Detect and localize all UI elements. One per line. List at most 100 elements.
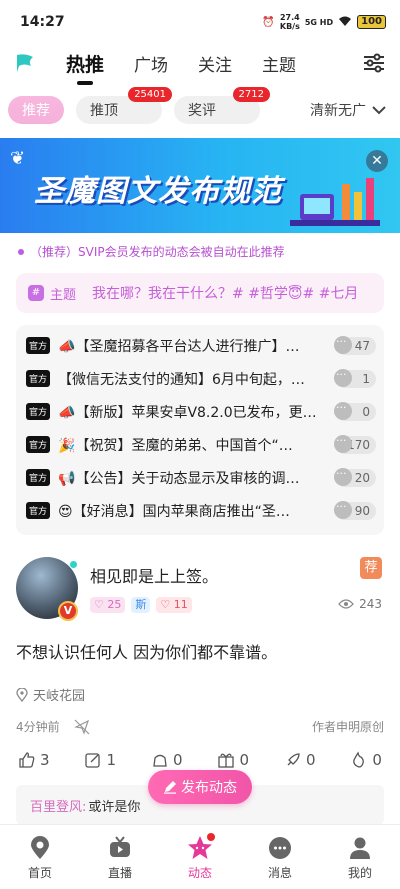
topic-label: 主题 (50, 287, 77, 303)
banner-illustration (290, 178, 380, 226)
list-item[interactable]: 官方 📣【圣魔招募各平台达人进行推广】… 47 (26, 329, 376, 362)
battery-indicator: 100 (357, 15, 386, 29)
post-actions: 3 1 0 0 0 0 (16, 751, 384, 769)
tab-hot[interactable]: 热推 (66, 50, 104, 77)
eye-icon (338, 599, 354, 609)
banner-close-button[interactable]: ✕ (366, 150, 388, 172)
official-tag: 官方 (26, 502, 51, 519)
list-item[interactable]: 官方 😍【好消息】国内苹果商店推出“圣… 90 (26, 494, 376, 527)
topic-bar[interactable]: # 主题 我在哪？我在干什么？# #哲学😇# #七月 (16, 273, 384, 313)
edit-icon (85, 753, 101, 768)
hashtag-icon: # (28, 285, 44, 301)
comment-count: 20 (334, 467, 376, 487)
comment-count: 0 (334, 401, 376, 421)
notice-text: 🎉【祝贺】圣魔的弟弟、中国首个“… (58, 437, 293, 454)
app-logo-icon[interactable] (14, 52, 36, 74)
publish-button[interactable]: 发布动态 (148, 770, 252, 804)
net-speed: 27.4 KB/s (279, 13, 300, 31)
comment-bubble-icon (334, 500, 352, 519)
official-tag: 官方 (26, 337, 51, 354)
original-claim: 作者申明原创 (311, 720, 384, 734)
user-tags: ♡ 25 斯 ♡ 11 (90, 597, 218, 613)
comment-count: 170 (334, 434, 376, 454)
flame-icon (353, 751, 365, 768)
status-time: 14:27 (20, 14, 65, 30)
promo-text: （推荐）SVIP会员发布的动态会被自动在此推荐 (30, 245, 285, 259)
location-pin-icon (31, 836, 49, 859)
bullet-icon (18, 248, 24, 255)
comment-bubble-icon (334, 401, 352, 420)
chevron-down-icon (372, 106, 386, 115)
official-tag: 官方 (26, 370, 51, 387)
list-item[interactable]: 官方 【微信无法支付的通知】6月中旬起，… 1 (26, 362, 376, 395)
vip-badge-icon: V (58, 601, 78, 621)
tv-icon (110, 836, 130, 857)
official-tag: 官方 (26, 436, 51, 453)
comment-count: 1 (334, 368, 376, 388)
count-badge: 2712 (232, 87, 270, 102)
nav-messages[interactable]: 消息 (240, 825, 320, 889)
nav-me[interactable]: 我的 (320, 825, 400, 889)
post-location[interactable]: 天岐花园 (16, 685, 384, 704)
heart-tag: ♡ 11 (156, 597, 192, 613)
bottom-nav: 首页 直播 动态 消息 我的 (0, 824, 400, 889)
tab-topic[interactable]: 主题 (262, 51, 296, 76)
post-header: V 相见即是上上签。 ♡ 25 斯 ♡ 11 (16, 557, 384, 621)
identity-tag: 斯 (131, 597, 151, 613)
alarm-icon: ⏰ (262, 16, 275, 28)
wifi-icon (338, 15, 352, 30)
comment-bubble-icon (334, 368, 352, 387)
notice-text: 【微信无法支付的通知】6月中旬起，… (58, 371, 305, 388)
post-content: 不想认识任何人 因为你们都不靠谱。 (16, 643, 278, 662)
view-count: 243 (338, 597, 382, 611)
boost-button[interactable]: 0 (284, 751, 315, 769)
status-icons: ⏰ 27.4 KB/s 5G HD 100 (262, 13, 386, 31)
tab-follow[interactable]: 关注 (198, 51, 232, 76)
sub-tabs: 推荐 推顶 25401 奖评 2712 清新无广 (0, 82, 400, 132)
nav-live[interactable]: 直播 (80, 825, 160, 889)
tab-square[interactable]: 广场 (134, 51, 168, 76)
nav-feed[interactable]: 动态 (160, 825, 240, 889)
chip-label: 推顶 (90, 103, 118, 119)
comment-bubble-icon (334, 467, 352, 486)
send-off-icon[interactable] (73, 719, 90, 735)
mode-label: 清新无广 (310, 103, 366, 119)
chip-reward[interactable]: 奖评 2712 (174, 87, 270, 124)
filter-settings-icon[interactable] (362, 51, 386, 75)
post-meta: 4分钟前 作者申明原创 (16, 718, 384, 735)
comment-text: 或许是你 (88, 799, 141, 815)
official-tag: 官方 (26, 469, 51, 486)
thumb-up-icon (19, 752, 35, 768)
signal-label: 5G HD (304, 17, 334, 27)
recommend-badge: 荐 (360, 557, 382, 579)
nickname[interactable]: 相见即是上上签。 (90, 563, 218, 587)
bag-icon (153, 754, 167, 767)
list-item[interactable]: 官方 📢【公告】关于动态显示及审核的调… 20 (26, 461, 376, 494)
online-status-icon (70, 561, 77, 568)
treasure-button[interactable]: 0 (151, 751, 183, 769)
banner-logo-icon: ❦ (10, 148, 26, 169)
post-card[interactable]: V 相见即是上上签。 ♡ 25 斯 ♡ 11 荐 243 不想认识任何人 因为你… (0, 557, 400, 769)
gift-button[interactable]: 0 (217, 751, 249, 769)
status-bar: 14:27 ⏰ 27.4 KB/s 5G HD 100 (0, 0, 400, 44)
topic-text: 我在哪？我在干什么？# #哲学😇# #七月 (92, 286, 359, 302)
comment-user[interactable]: 百里登风: (30, 796, 86, 815)
avatar[interactable]: V (16, 557, 78, 621)
like-button[interactable]: 3 (18, 751, 50, 769)
edit-button[interactable]: 1 (84, 751, 116, 769)
banner[interactable]: ❦ 圣魔图文发布规范 ✕ (0, 138, 400, 233)
rocket-icon (287, 753, 300, 766)
notice-text: 📢【公告】关于动态显示及审核的调… (58, 470, 300, 487)
notice-text: 📣【新版】苹果安卓V8.2.0已发布，更… (58, 404, 317, 421)
top-nav: 热推 广场 关注 主题 (0, 44, 400, 82)
list-item[interactable]: 官方 📣【新版】苹果安卓V8.2.0已发布，更… 0 (26, 395, 376, 428)
pencil-icon (164, 781, 176, 794)
nav-home[interactable]: 首页 (0, 825, 80, 889)
comment-count: 47 (334, 335, 376, 355)
chat-bubble-icon (269, 837, 291, 859)
list-item[interactable]: 官方 🎉【祝贺】圣魔的弟弟、中国首个“… 170 (26, 428, 376, 461)
chip-recommend[interactable]: 推荐 (8, 96, 64, 124)
chip-top[interactable]: 推顶 25401 (76, 87, 172, 124)
hot-button[interactable]: 0 (350, 751, 382, 769)
mode-select[interactable]: 清新无广 (310, 100, 386, 120)
